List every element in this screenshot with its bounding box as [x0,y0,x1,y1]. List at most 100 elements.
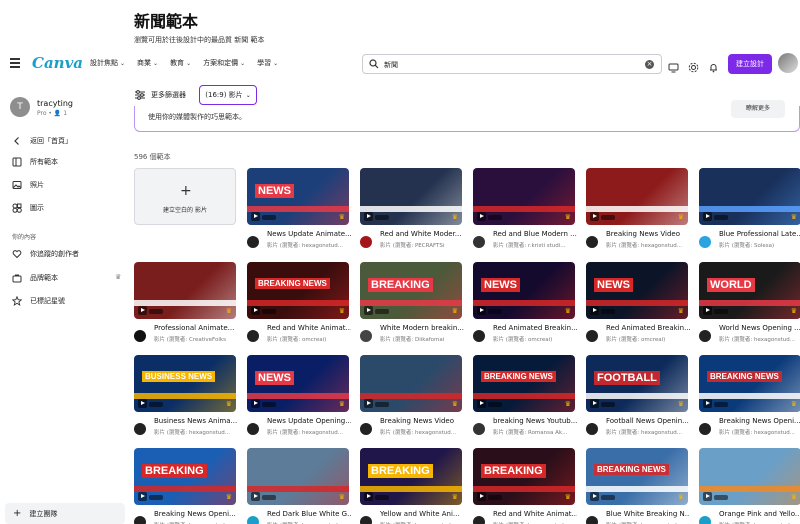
template-thumbnail[interactable]: ♛ [360,355,462,412]
search-bar[interactable]: 新聞 × [362,54,662,74]
nav-item-business[interactable]: 商業 ⌄ [137,58,158,68]
template-card[interactable]: NEWS ♛ News Update Animate... 影片 (瀏覽者: hexa… [247,168,351,261]
menu-icon[interactable] [10,58,20,68]
nav-item-design[interactable]: 設計焦點 ⌄ [90,58,125,68]
brand-icon [12,274,22,283]
template-card[interactable]: ♛ Red Dark Blue White G...影片 (瀏覽者: hexago… [247,448,351,524]
template-card[interactable]: BUSINESS NEWS ♛ Business News Anima... 影片 (… [134,355,238,448]
sidebar-item-label: 品牌範本 [30,274,58,282]
template-title[interactable]: Red Animated Breakin... [493,324,577,332]
template-title[interactable]: Business News Anima... [154,417,238,425]
template-thumbnail[interactable]: ♛ [134,262,236,319]
template-title[interactable]: Breaking News Video [606,230,690,238]
more-filters-button[interactable]: 更多篩選器 [134,86,194,104]
avatar[interactable] [778,53,798,73]
template-title[interactable]: Yellow and White Ani... [380,510,464,518]
template-thumbnail[interactable]: ♛ [699,448,800,505]
template-thumbnail[interactable]: BREAKING NEWS ♛ [247,262,349,319]
template-title[interactable]: News Update Animate... [267,230,351,238]
template-card[interactable]: ♛ Red and White Moder... 影片 (瀏覽者: PECRAFTS… [360,168,462,261]
template-title[interactable]: Blue Professional Late... [719,230,800,238]
template-title[interactable]: Football News Openin... [606,417,690,425]
template-card[interactable]: NEWS ♛ Red Animated Breakin... 影片 (瀏覽者: omc… [473,262,577,355]
template-thumbnail[interactable]: NEWS ♛ [586,262,688,319]
sidebar-item-followed-creators[interactable]: 你追蹤的創作者 [12,249,79,259]
search-input[interactable]: 新聞 [384,60,398,70]
sidebar-item-elements[interactable]: 圖示 [12,203,44,213]
template-title[interactable]: Breaking News Openi... [719,417,800,425]
template-card[interactable]: ♛ Blue Professional Late... 影片 (瀏覽者: Soles… [699,168,800,261]
sidebar-item-back-home[interactable]: 返回「首頁」 [12,136,72,146]
clear-search-icon[interactable]: × [645,60,654,69]
nav-item-education[interactable]: 教育 ⌄ [170,58,191,68]
template-card[interactable]: BREAKING ♛ Yellow and White Ani...影片 (瀏覽者:… [360,448,462,524]
template-card[interactable]: ♛ Red and Blue Modern ... 影片 (瀏覽者: r.krist… [473,168,577,261]
template-thumbnail[interactable]: FOOTBALL ♛ [586,355,688,412]
template-title[interactable]: White Modern breakin... [380,324,464,332]
template-thumbnail[interactable]: BREAKING NEWS ♛ [473,355,575,412]
template-title[interactable]: Orange Pink and Yello... [719,510,800,518]
template-card[interactable]: NEWS ♛ News Update Opening... 影片 (瀏覽者: hexa… [247,355,351,448]
template-title[interactable]: Red Animated Breakin... [606,324,690,332]
ratio-filter-select[interactable]: (16:9) 影片 ⌄ [199,85,257,105]
template-card[interactable]: NEWS ♛ Red Animated Breakin... 影片 (瀏覽者: omc… [586,262,690,355]
template-title[interactable]: Red and White Animat... [493,510,577,518]
template-card[interactable]: ♛ Breaking News Video 影片 (瀏覽者: hexagonstud… [360,355,462,448]
template-thumbnail[interactable]: ♛ [360,168,462,225]
canva-logo[interactable]: Canva [32,54,83,72]
template-thumbnail[interactable]: BREAKING ♛ [134,448,236,505]
sidebar-item-brand-templates[interactable]: 品牌範本 [12,273,58,283]
template-card[interactable]: ♛ Breaking News Video 影片 (瀏覽者: hexagonstud… [586,168,688,261]
template-thumbnail[interactable]: BREAKING ♛ [360,262,462,319]
create-design-button[interactable]: 建立設計 [728,54,772,74]
template-thumbnail[interactable]: ♛ [473,168,575,225]
sidebar-item-photos[interactable]: 照片 [12,180,44,190]
template-thumbnail[interactable]: BREAKING NEWS ♛ [586,448,688,505]
template-thumbnail[interactable]: NEWS ♛ [473,262,575,319]
template-thumbnail[interactable]: NEWS ♛ [247,355,349,412]
template-thumbnail[interactable]: ♛ [247,448,349,505]
template-card[interactable]: ♛ Professional Animate... 影片 (瀏覽者: Creativ… [134,262,236,355]
learn-more-button[interactable]: 瞭解更多 [731,100,785,118]
template-card[interactable]: BREAKING NEWS ♛ breaking News Youtub... 影片 … [473,355,577,448]
nav-item-learn[interactable]: 學習 ⌄ [257,58,278,68]
template-card[interactable]: ♛ Orange Pink and Yello...影片 (瀏覽者: hexago… [699,448,800,524]
template-title[interactable]: Red Dark Blue White G... [267,510,351,518]
template-thumbnail[interactable]: BREAKING ♛ [360,448,462,505]
template-card[interactable]: BREAKING NEWS ♛ Blue White Breaking N...影片… [586,448,690,524]
template-thumbnail[interactable]: ♛ [699,168,800,225]
template-meta: Breaking News Video 影片 (瀏覽者: hexagonstud.… [360,412,462,448]
template-card[interactable]: BREAKING ♛ Breaking News Openi...影片 (瀏覽者: … [134,448,236,524]
template-title[interactable]: Red and White Animat... [267,324,351,332]
template-title[interactable]: Red and Blue Modern ... [493,230,577,238]
create-team-button[interactable]: + 建立團隊 [5,503,125,524]
sidebar-item-all-templates[interactable]: 所有範本 [12,157,58,167]
template-title[interactable]: Professional Animate... [154,324,238,332]
gear-icon[interactable] [688,58,699,73]
blank-card[interactable]: + 建立空白的 影片 [134,168,236,225]
template-card[interactable]: BREAKING NEWS ♛ Breaking News Openi... 影片 (… [699,355,800,448]
template-title[interactable]: World News Opening ... [719,324,800,332]
template-title[interactable]: Breaking News Video [380,417,464,425]
template-card[interactable]: BREAKING ♛ Red and White Animat...影片 (瀏覽者:… [473,448,577,524]
template-thumbnail[interactable]: BUSINESS NEWS ♛ [134,355,236,412]
template-title[interactable]: breaking News Youtub... [493,417,577,425]
template-thumbnail[interactable]: ♛ [586,168,688,225]
nav-item-pricing[interactable]: 方案和定價 ⌄ [203,58,245,68]
template-card[interactable]: FOOTBALL ♛ Football News Openin... 影片 (瀏覽者:… [586,355,690,448]
monitor-icon[interactable] [668,58,679,73]
template-thumbnail[interactable]: WORLD ♛ [699,262,800,319]
template-card[interactable]: BREAKING ♛ White Modern breakin... 影片 (瀏覽者:… [360,262,464,355]
template-card[interactable]: WORLD ♛ World News Opening ... 影片 (瀏覽者: hex… [699,262,800,355]
template-card[interactable]: BREAKING NEWS ♛ Red and White Animat... 影片 … [247,262,351,355]
template-thumbnail[interactable]: NEWS ♛ [247,168,349,225]
template-thumbnail[interactable]: BREAKING ♛ [473,448,575,505]
bell-icon[interactable] [708,58,719,73]
template-title[interactable]: Breaking News Openi... [154,510,238,518]
template-title[interactable]: Blue White Breaking N... [606,510,690,518]
crown-icon: ♛ [790,400,797,408]
template-thumbnail[interactable]: BREAKING NEWS ♛ [699,355,800,412]
template-title[interactable]: News Update Opening... [267,417,351,425]
template-title[interactable]: Red and White Moder... [380,230,464,238]
sidebar-item-starred[interactable]: 已標記星號 [12,296,65,306]
